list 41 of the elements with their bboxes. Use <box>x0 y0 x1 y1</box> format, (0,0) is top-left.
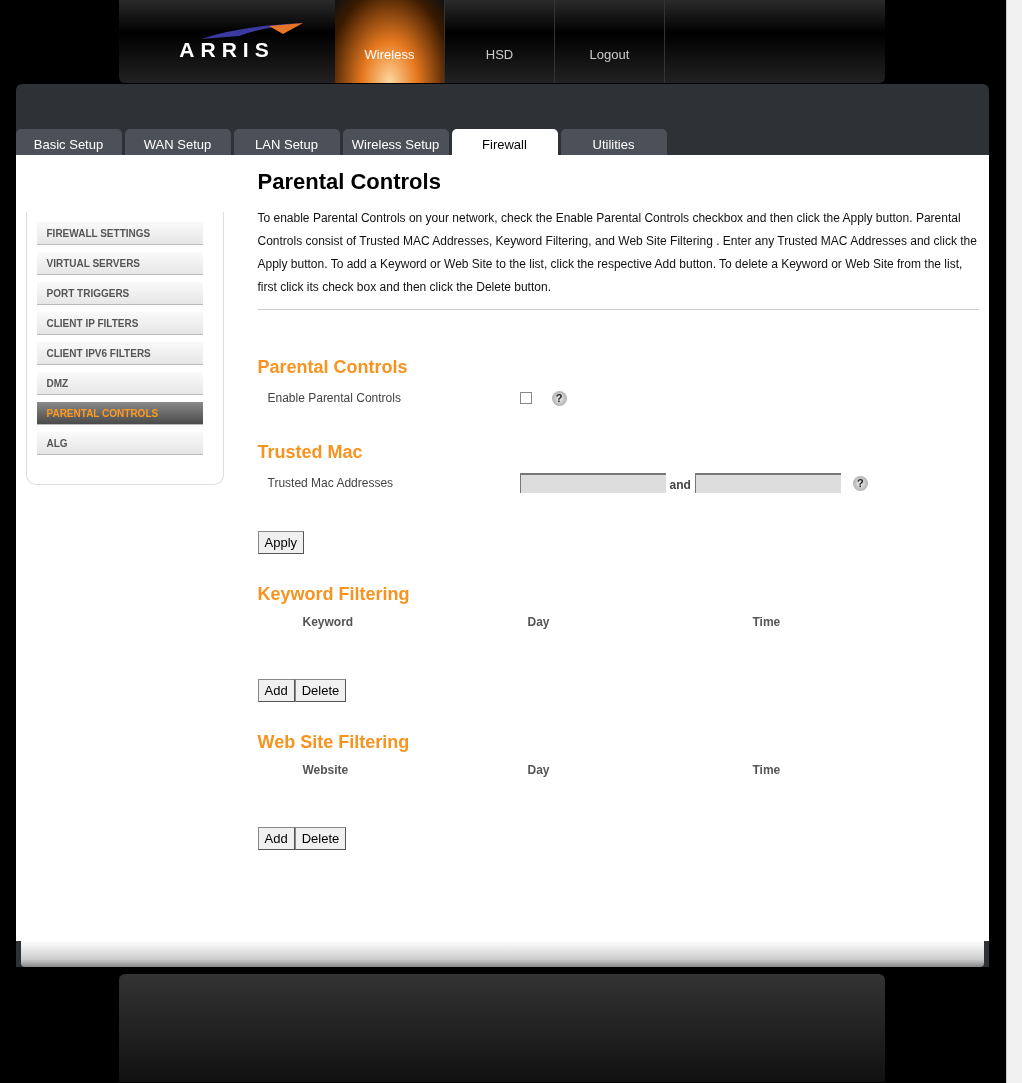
column-header: Day <box>526 615 551 629</box>
section-heading: Keyword Filtering <box>257 584 411 605</box>
action-button[interactable]: Add <box>257 827 295 850</box>
apply-button[interactable]: Apply <box>257 531 305 554</box>
tab[interactable]: WAN Setup <box>124 129 231 155</box>
column-header: Time <box>751 615 782 629</box>
tab[interactable]: Utilities <box>560 129 667 155</box>
sidebar-item[interactable]: DMZ <box>36 372 203 395</box>
sidebar-item[interactable]: VIRTUAL SERVERS <box>36 252 203 275</box>
page-title: Parental Controls <box>257 169 442 195</box>
column-header: Day <box>526 763 551 777</box>
help-icon[interactable]: ? <box>852 475 868 491</box>
nav-link[interactable]: Logout <box>555 0 665 83</box>
input-field[interactable] <box>519 473 666 493</box>
section-heading: Parental Controls <box>257 357 409 378</box>
action-button[interactable]: Add <box>257 679 295 702</box>
section-heading: Web Site Filtering <box>257 732 411 753</box>
logo-text: ARRIS <box>179 37 275 62</box>
column-header: Time <box>751 763 782 777</box>
checkbox[interactable] <box>519 392 532 404</box>
sidebar-item[interactable]: ALG <box>36 432 203 455</box>
tab[interactable]: Wireless Setup <box>342 129 449 155</box>
section-heading: Trusted Mac <box>257 442 364 463</box>
description-text: To enable Parental Controls on your network, check the Enable Parental Controls checkbox and then click the Apply button. Parental Controls consist of Trusted MAC Addresses, Keyword Filtering, and Web Site Filtering . Enter any Trusted MAC Addresses and click the Apply button. To add a Keyword or Web Site to the list, click the respective Add button. To delete a Keyword or Web Site from the list, first click its check box and then click the Delete button. <box>257 210 978 296</box>
sidebar-item[interactable]: PORT TRIGGERS <box>36 282 203 305</box>
nav-link[interactable]: HSD <box>445 0 555 83</box>
and-label: and <box>669 478 691 492</box>
sidebar-item[interactable]: FIREWALL SETTINGS <box>36 222 203 245</box>
sidebar-item[interactable]: CLIENT IP FILTERS <box>36 312 203 335</box>
input-field[interactable] <box>694 473 841 493</box>
tab[interactable]: LAN Setup <box>233 129 340 155</box>
column-header: Website <box>301 763 350 777</box>
action-button[interactable]: Delete <box>294 827 347 850</box>
field-label: Enable Parental Controls <box>266 391 402 405</box>
sidebar-item[interactable]: CLIENT IPV6 FILTERS <box>36 342 203 365</box>
help-icon[interactable]: ? <box>551 390 567 406</box>
field-label: Trusted Mac Addresses <box>266 476 395 490</box>
tab[interactable]: Firewall <box>451 129 558 155</box>
action-button[interactable]: Delete <box>294 679 347 702</box>
tab[interactable]: Basic Setup <box>15 129 122 155</box>
column-header: Keyword <box>301 615 355 629</box>
